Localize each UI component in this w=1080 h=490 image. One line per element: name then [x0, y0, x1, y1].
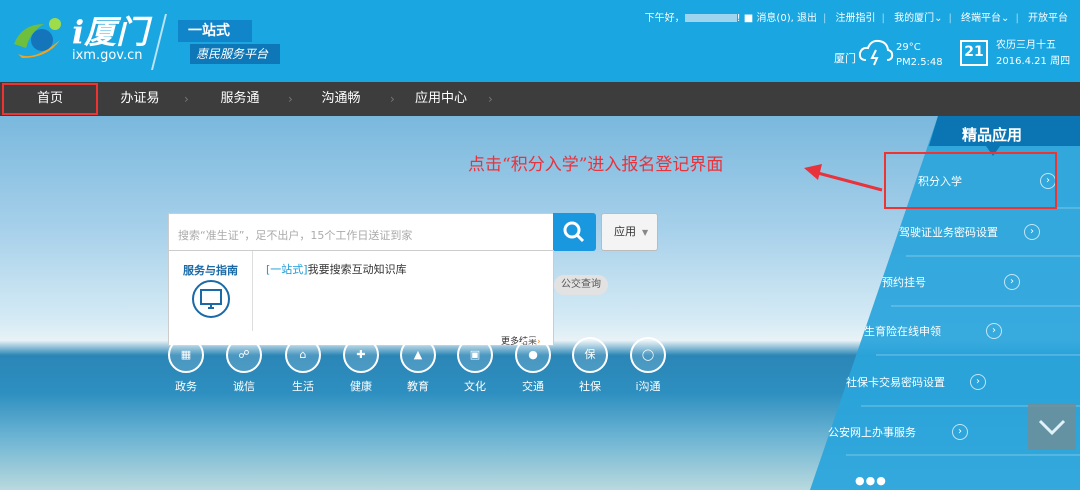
book-icon: ▣ [457, 337, 493, 373]
car-icon: ● [515, 337, 551, 373]
ixiamen-logo-icon [14, 18, 61, 58]
dropdown-result[interactable]: [一站式]我要搜索互动知识库 [266, 261, 407, 277]
arrow-right-icon: › [1004, 274, 1020, 290]
chevron-down-icon [1038, 419, 1066, 436]
dropdown-result-prefix: [一站式] [266, 263, 308, 276]
app-label: 社保卡交易密码设置 [846, 376, 945, 389]
thunder-cloud-icon [858, 39, 894, 66]
arrow-right-icon: › [986, 323, 1002, 339]
app-maternity-insurance[interactable]: 生育险在线申领 › [864, 307, 1054, 356]
panel-title: 精品应用 [962, 126, 1023, 144]
monitor-icon [192, 280, 230, 318]
app-appointment[interactable]: 预约挂号 › [882, 258, 1062, 307]
page: i厦门 ixm.gov.cn 一站式 惠民服务平台 下午好，! ■ 消息(0),… [0, 0, 1080, 490]
arrow-right-icon: › [970, 374, 986, 390]
category-label: 社保 [579, 380, 601, 393]
chat-bubble-icon: ◯ [630, 337, 666, 373]
chevron-right-icon: › [184, 92, 189, 106]
handshake-icon: ☍ [226, 337, 262, 373]
chevron-right-icon: › [488, 92, 493, 106]
government-icon: ▦ [168, 337, 204, 373]
message-icon: ■ [743, 13, 754, 24]
nav-communication[interactable]: 沟通畅 [296, 82, 386, 116]
calendar-icon: 21 [960, 40, 988, 66]
nav-app-center[interactable]: 应用中心 [398, 82, 484, 116]
chevron-right-icon: › [288, 92, 293, 106]
app-police-online[interactable]: 公安网上办事服务 › [828, 408, 1028, 457]
dropdown-divider [252, 251, 253, 331]
app-label: 驾驶证业务密码设置 [899, 226, 998, 239]
category-label: 生活 [292, 380, 314, 393]
dropdown-header: 服务与指南 [183, 264, 238, 277]
category-traffic[interactable]: ● 交通 [511, 337, 555, 394]
category-social-security[interactable]: 保社保 [568, 337, 612, 394]
nav-home-highlight [2, 83, 98, 115]
greeting: 下午好， [644, 13, 685, 24]
app-label: 预约挂号 [882, 276, 926, 289]
slogan-line2: 惠民服务平台 [190, 44, 280, 64]
open-platform-link[interactable]: 开放平台 [1028, 9, 1068, 24]
calendar-day: 21 [964, 44, 984, 60]
category-label: 健康 [350, 380, 372, 393]
category-communication[interactable]: ◯ i沟通 [626, 337, 670, 394]
nav-services[interactable]: 服务通 [196, 82, 284, 116]
logo-url: ixm.gov.cn [72, 48, 143, 63]
temperature: 29°C [896, 42, 921, 53]
points-entry-highlight [884, 152, 1057, 209]
graduation-cap-icon: ▲ [400, 337, 436, 373]
arrow-right-icon: › [952, 424, 968, 440]
annotation-text: 点击“积分入学”进入报名登记界面 [468, 155, 724, 175]
messages-link[interactable]: 消息(0), [756, 9, 793, 24]
category-label: 交通 [522, 380, 544, 393]
chevron-down-icon: ⌄ [1001, 13, 1010, 24]
carousel-dots[interactable]: ●●● [855, 474, 887, 487]
category-label: i沟通 [635, 380, 661, 393]
arrow-right-icon: › [1024, 224, 1040, 240]
tag-bus-query[interactable]: 公交查询 [554, 275, 608, 295]
nav-certificates[interactable]: 办证易 [100, 82, 180, 116]
weather-info: 29°C PM2.5:48 [896, 40, 943, 70]
slogan-line1: 一站式 [178, 20, 252, 42]
home-icon: ⌂ [285, 337, 321, 373]
category-government[interactable]: ▦ 政务 [164, 337, 208, 394]
pm25: PM2.5:48 [896, 57, 943, 68]
health-icon: ✚ [343, 337, 379, 373]
weather-city: 厦门 [834, 52, 856, 65]
category-label: 文化 [464, 380, 486, 393]
chevron-right-icon: › [390, 92, 395, 106]
caret-down-icon: ▼ [642, 228, 649, 237]
category-life[interactable]: ⌂ 生活 [281, 337, 325, 394]
shield-icon: 保 [572, 337, 608, 373]
category-credit[interactable]: ☍ 诚信 [222, 337, 266, 394]
solar-date: 2016.4.21 周四 [996, 56, 1071, 67]
search-icon [563, 221, 585, 243]
category-label: 政务 [175, 380, 197, 393]
search-input[interactable]: 搜索“准生证”，足不出户，15个工作日送证到家 [178, 227, 412, 243]
terminal-platform-link[interactable]: 终端平台 [961, 9, 1001, 24]
app-label: 生育险在线申领 [864, 325, 941, 338]
search-button[interactable] [553, 213, 596, 251]
date-info: 农历三月十五 2016.4.21 周四 [996, 38, 1070, 70]
lunar-date: 农历三月十五 [996, 40, 1056, 51]
app-social-card-password[interactable]: 社保卡交易密码设置 › [846, 358, 1046, 407]
logo-title: i厦门 [72, 13, 149, 51]
top-links: 下午好，! ■ 消息(0), 退出 | 注册指引 | 我的厦门⌄ | 终端平台⌄ | 开… [645, 9, 1068, 24]
app-select-label: 应用 [614, 225, 636, 238]
category-label: 教育 [407, 380, 429, 393]
logout-link[interactable]: 退出 [797, 9, 817, 24]
register-guide-link[interactable]: 注册指引 [836, 9, 876, 24]
category-health[interactable]: ✚ 健康 [339, 337, 383, 394]
scroll-down-button[interactable] [1028, 404, 1076, 450]
dropdown-result-text: 我要搜索互动知识库 [307, 263, 407, 276]
category-label: 诚信 [233, 380, 255, 393]
category-culture[interactable]: ▣ 文化 [453, 337, 497, 394]
my-xiamen-link[interactable]: 我的厦门 [894, 9, 934, 24]
chevron-down-icon: ⌄ [934, 13, 943, 24]
app-label: 公安网上办事服务 [828, 426, 916, 439]
app-license-password[interactable]: 驾驶证业务密码设置 › [899, 208, 1069, 257]
category-education[interactable]: ▲ 教育 [396, 337, 440, 394]
app-select[interactable]: 应用 ▼ [601, 213, 658, 251]
